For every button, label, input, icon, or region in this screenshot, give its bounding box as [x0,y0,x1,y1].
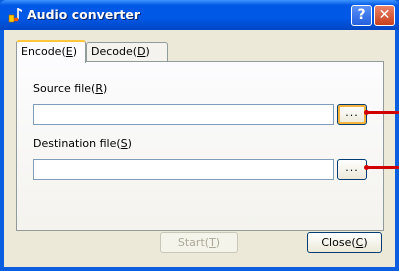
start-button-suffix: ) [215,236,221,249]
source-file-label-suffix: ) [102,82,108,95]
audio-converter-window: Audio converter ? ✕ Encode(E) Decode(D) … [0,0,399,271]
callout-dot-source [364,110,369,115]
source-file-input[interactable] [33,104,334,125]
callout-dot-destination [364,165,369,170]
destination-file-mnemonic: S [120,137,128,150]
destination-file-label-text: Destination file( [33,137,121,150]
source-file-label-text: Source file( [33,82,96,95]
close-button-label: Close( [321,236,356,249]
tab-decode-suffix: ) [145,45,150,58]
destination-browse-button[interactable]: ... [337,159,367,180]
close-button[interactable]: Close(C) [307,232,382,253]
window-title: Audio converter [27,7,141,22]
source-browse-button[interactable]: ... [337,104,367,125]
title-bar[interactable]: Audio converter ? ✕ [0,0,399,30]
help-button[interactable]: ? [351,5,372,26]
help-icon: ? [357,7,366,23]
start-button[interactable]: Start(T) [160,232,238,253]
callout-line-source [367,111,399,114]
tab-decode-mnemonic: D [137,45,146,58]
source-file-label: Source file(R) [33,82,107,95]
destination-file-label-suffix: ) [127,137,132,150]
close-button-suffix: ) [363,236,368,249]
tab-encode-mnemonic: E [65,45,73,58]
tab-encode-suffix: ) [72,45,77,58]
source-browse-label: ... [345,106,359,119]
start-button-label: Start( [177,236,210,249]
encode-tab-panel: Source file(R) ... Destination file(S) .… [16,61,384,231]
destination-browse-label: ... [345,161,359,174]
callout-line-destination [367,166,399,169]
destination-file-input[interactable] [33,159,334,180]
window-close-button[interactable]: ✕ [374,5,395,26]
tab-encode-label: Encode( [21,45,66,58]
tab-encode[interactable]: Encode(E) [16,40,86,63]
tab-decode[interactable]: Decode(D) [86,42,168,62]
music-note-icon [8,8,22,23]
dialog-client-area: Encode(E) Decode(D) Source file(R) ... D… [4,30,395,267]
tab-decode-label: Decode( [91,45,138,58]
destination-file-label: Destination file(S) [33,137,132,150]
close-icon: ✕ [378,7,391,23]
start-button-mnemonic: T [209,236,216,249]
source-file-mnemonic: R [95,82,103,95]
